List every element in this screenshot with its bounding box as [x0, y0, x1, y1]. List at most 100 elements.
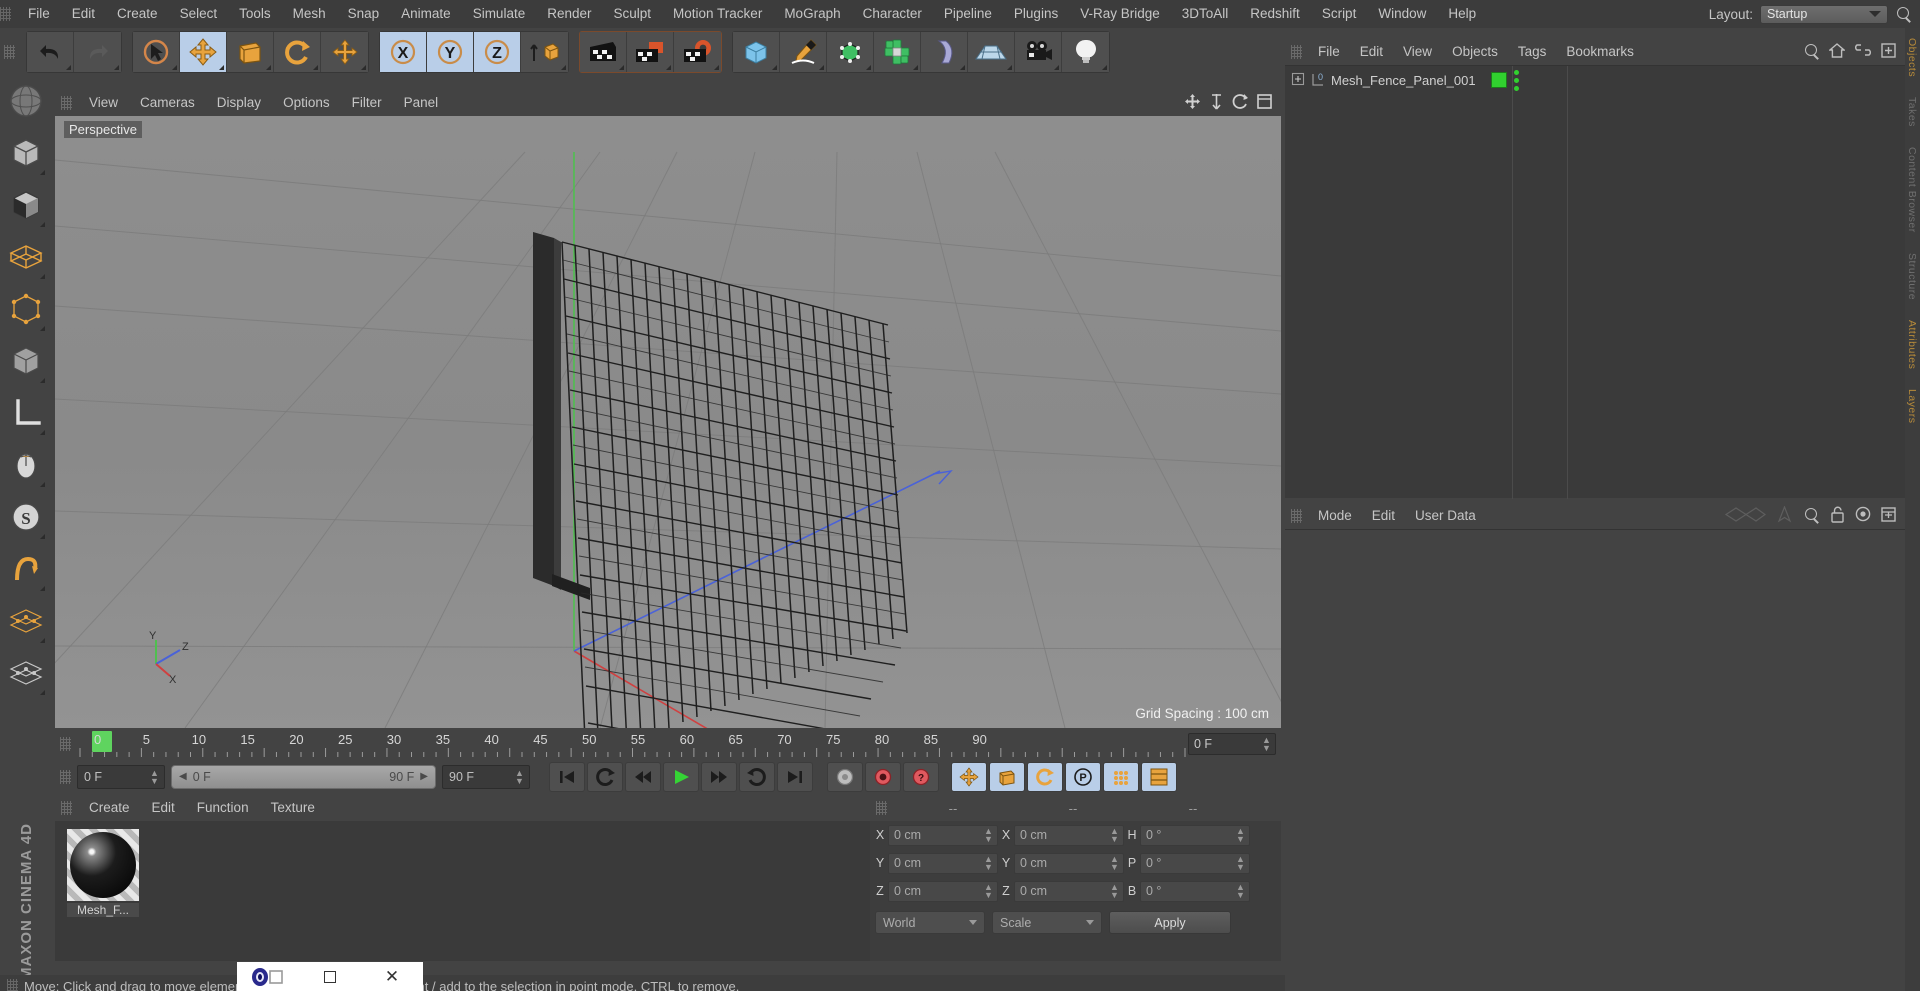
- play-button[interactable]: [663, 761, 699, 792]
- stepper-icon[interactable]: ▲ ▼: [984, 883, 993, 900]
- axis-y-button[interactable]: Y: [427, 31, 474, 72]
- menu-sculpt[interactable]: Sculpt: [603, 0, 663, 28]
- transform-mode-select[interactable]: Scale: [992, 911, 1102, 934]
- search-icon[interactable]: [1895, 6, 1912, 23]
- menu-render[interactable]: Render: [536, 0, 602, 28]
- point-mode-button[interactable]: [4, 283, 48, 335]
- stepper-icon[interactable]: ▲ ▼: [1110, 855, 1119, 872]
- stepper-icon[interactable]: ▲ ▼: [515, 768, 524, 785]
- enable-axis-button[interactable]: [4, 439, 48, 491]
- current-frame-field[interactable]: 0 F ▲ ▼: [1188, 733, 1276, 755]
- quantize-button[interactable]: [4, 595, 48, 647]
- viewport-menu-filter[interactable]: Filter: [341, 90, 393, 116]
- apply-button[interactable]: Apply: [1109, 911, 1231, 934]
- attributes-menu-user-data[interactable]: User Data: [1405, 502, 1486, 529]
- tag-dots-icon[interactable]: [1513, 69, 1519, 91]
- rotate-button[interactable]: [274, 31, 321, 72]
- menubar-grip[interactable]: [0, 7, 11, 21]
- object-menu-objects[interactable]: Objects: [1442, 38, 1508, 65]
- material-menu-texture[interactable]: Texture: [260, 795, 326, 821]
- viewport-menu-options[interactable]: Options: [272, 90, 341, 116]
- coord-size-field-0[interactable]: 0 cm ▲ ▼: [1014, 824, 1124, 846]
- autokey-button[interactable]: [865, 761, 901, 792]
- undo-view-button[interactable]: [4, 75, 48, 127]
- object-axis-mode-button[interactable]: [4, 387, 48, 439]
- step-forward-button[interactable]: [701, 761, 737, 792]
- transport-grip[interactable]: [60, 769, 71, 784]
- go-to-start-button[interactable]: [549, 761, 585, 792]
- menu-snap[interactable]: Snap: [337, 0, 391, 28]
- pin-icon[interactable]: [1776, 504, 1793, 526]
- move-alt-button[interactable]: [321, 31, 368, 72]
- coord-rotation-field-1[interactable]: 0 ° ▲ ▼: [1140, 852, 1250, 874]
- timeline-track[interactable]: 0 5 10 15 20 25 30 35 40 45 50 55 60 65 70 75 80 85 90: [77, 728, 1188, 760]
- keyframe-selection-button[interactable]: ?: [903, 761, 939, 792]
- coord-system-select[interactable]: World: [875, 911, 985, 934]
- search-icon[interactable]: [1803, 507, 1820, 524]
- object-tree[interactable]: 0 Mesh_Fence_Panel_001: [1285, 65, 1905, 499]
- point-level-anim-button[interactable]: [1103, 761, 1139, 792]
- material-item[interactable]: Mesh_F...: [67, 829, 139, 917]
- menu-simulate[interactable]: Simulate: [462, 0, 537, 28]
- preview-range-slider[interactable]: ◀ 0 F 90 F ▶: [171, 764, 436, 789]
- object-manager-grip[interactable]: [1291, 44, 1302, 59]
- coord-size-field-1[interactable]: 0 cm ▲ ▼: [1014, 852, 1124, 874]
- step-back-button[interactable]: [625, 761, 661, 792]
- viewport-menu-panel[interactable]: Panel: [393, 90, 450, 116]
- coord-rotation-field-0[interactable]: 0 ° ▲ ▼: [1140, 824, 1250, 846]
- maximize-button[interactable]: [299, 970, 361, 983]
- attributes-grip[interactable]: [1291, 508, 1302, 523]
- close-button[interactable]: ✕: [361, 968, 423, 985]
- redo-button[interactable]: [74, 31, 121, 72]
- loop-button[interactable]: [739, 761, 775, 792]
- viewport-menu-cameras[interactable]: Cameras: [129, 90, 206, 116]
- scale-button[interactable]: [227, 31, 274, 72]
- range-left-arrow-icon[interactable]: ◀: [179, 771, 187, 782]
- timeline-layout-button[interactable]: [1141, 761, 1177, 792]
- floor-environment-button[interactable]: [968, 31, 1015, 72]
- render-to-picture-viewer-button[interactable]: [627, 31, 674, 72]
- search-icon[interactable]: [1803, 43, 1820, 60]
- menu-window[interactable]: Window: [1367, 0, 1437, 28]
- material-menu-function[interactable]: Function: [186, 795, 260, 821]
- history-back-icon[interactable]: [1724, 506, 1767, 526]
- viewport-grip[interactable]: [61, 96, 72, 110]
- object-menu-bookmarks[interactable]: Bookmarks: [1556, 38, 1644, 65]
- select-live-button[interactable]: [133, 31, 180, 72]
- material-grip[interactable]: [61, 801, 72, 815]
- cube-primitive-button[interactable]: [733, 31, 780, 72]
- scale-key-button[interactable]: [989, 761, 1025, 792]
- material-tag-icon[interactable]: [1490, 72, 1507, 88]
- menu-3dtoall[interactable]: 3DToAll: [1171, 0, 1240, 28]
- menu-tools[interactable]: Tools: [228, 0, 282, 28]
- stepper-icon[interactable]: ▲ ▼: [1236, 827, 1245, 844]
- rotate-view-icon[interactable]: [1232, 93, 1249, 113]
- play-reverse-loop-button[interactable]: [587, 761, 623, 792]
- spline-pen-button[interactable]: [780, 31, 827, 72]
- home-icon[interactable]: [1828, 42, 1846, 61]
- dock-tab-structure[interactable]: Structure: [1905, 243, 1919, 310]
- undo-button[interactable]: [27, 31, 74, 72]
- dock-tab-content-browser[interactable]: Content Browser: [1905, 137, 1919, 243]
- start-frame-field[interactable]: 0 F ▲ ▼: [77, 764, 165, 789]
- dock-tab-takes[interactable]: Takes: [1905, 87, 1919, 137]
- menu-pipeline[interactable]: Pipeline: [933, 0, 1003, 28]
- material-list[interactable]: Mesh_F...: [55, 821, 870, 961]
- viewport-canvas[interactable]: Perspective Grid Spacing : 100 cm Y Z X: [55, 116, 1281, 728]
- menu-edit[interactable]: Edit: [61, 0, 106, 28]
- menu-motion-tracker[interactable]: Motion Tracker: [662, 0, 773, 28]
- layout-select[interactable]: Startup: [1760, 4, 1888, 24]
- menu-script[interactable]: Script: [1311, 0, 1368, 28]
- target-icon[interactable]: [1855, 506, 1871, 525]
- soft-selection-button[interactable]: S: [4, 491, 48, 543]
- edge-mode-button[interactable]: [4, 335, 48, 387]
- attributes-menu-edit[interactable]: Edit: [1362, 502, 1405, 529]
- object-menu-file[interactable]: File: [1308, 38, 1350, 65]
- menu-v-ray-bridge[interactable]: V-Ray Bridge: [1069, 0, 1171, 28]
- stepper-icon[interactable]: ▲ ▼: [1236, 883, 1245, 900]
- object-menu-view[interactable]: View: [1393, 38, 1442, 65]
- rotation-key-button[interactable]: [1027, 761, 1063, 792]
- axis-x-button[interactable]: X: [380, 31, 427, 72]
- maximize-view-icon[interactable]: [1257, 94, 1272, 112]
- record-keyframe-button[interactable]: [827, 761, 863, 792]
